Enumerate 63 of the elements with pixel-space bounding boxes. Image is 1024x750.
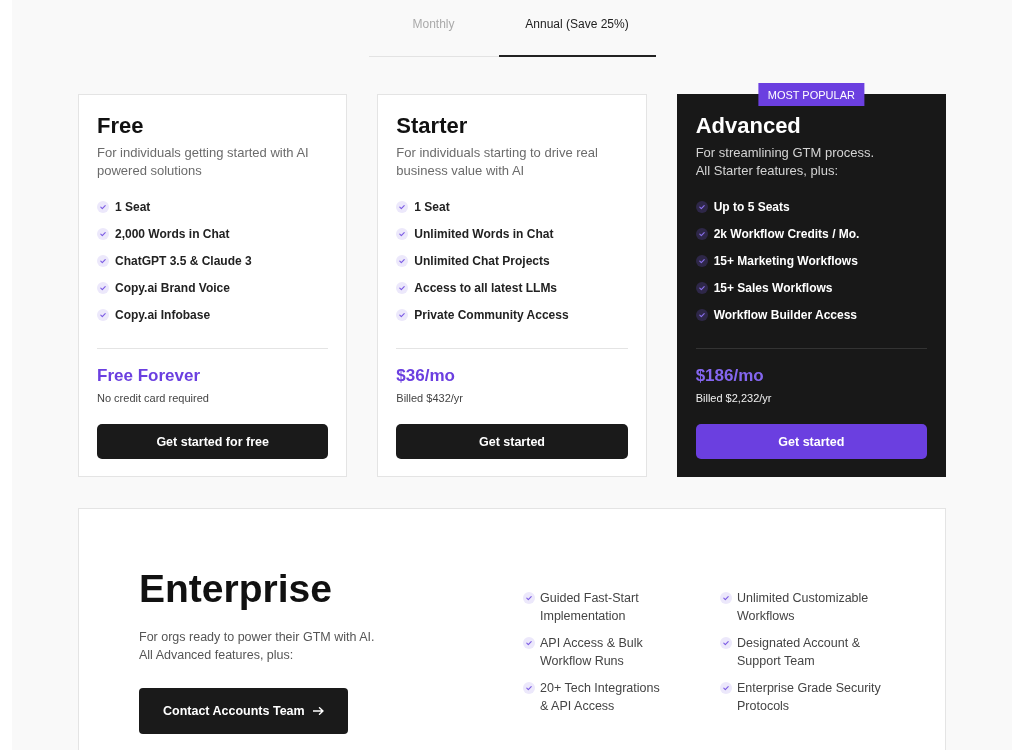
price-note: Billed $2,232/yr	[695, 391, 773, 405]
get-started-button[interactable]: Get started	[396, 424, 628, 459]
contact-button[interactable]: Contact Accounts Team	[139, 688, 348, 734]
check-icon	[720, 592, 732, 604]
plan-title: Advanced	[695, 112, 802, 140]
plan-title: Free	[97, 112, 145, 140]
get-started-button[interactable]: Get started for free	[97, 424, 329, 459]
check-icon	[695, 281, 708, 294]
check-icon	[97, 308, 109, 321]
feature-text: 1 Seat	[115, 199, 151, 214]
check-icon	[396, 227, 409, 240]
check-icon	[396, 254, 409, 267]
feature-text: API Access & Bulk Workflow Runs	[540, 635, 644, 670]
plan-price: Free Forever	[97, 365, 201, 387]
feature-text: 1 Seat	[414, 199, 450, 214]
check-icon	[97, 200, 109, 213]
check-icon	[695, 227, 708, 240]
price-note: No credit card required	[97, 391, 210, 405]
feature-text: Copy.ai Infobase	[115, 307, 211, 322]
billing-tab[interactable]: Annual (Save 25%)	[498, 0, 656, 57]
plan-price: $186/mo	[695, 365, 765, 387]
feature-text: 15+ Sales Workflows	[713, 280, 833, 295]
check-icon	[97, 281, 109, 294]
enterprise-description: For orgs ready to power their GTM with AI. All Advanced features, plus:	[139, 629, 375, 664]
feature-text: Workflow Builder Access	[713, 307, 858, 322]
feature-text: Private Community Access	[414, 307, 569, 322]
check-icon	[720, 637, 732, 649]
check-icon	[97, 254, 109, 267]
feature-text: 2,000 Words in Chat	[115, 226, 230, 241]
check-icon	[695, 308, 708, 321]
get-started-button[interactable]: Get started	[695, 424, 927, 459]
plan-description: For streamlining GTM process. All Starter features, plus:	[695, 144, 876, 180]
feature-text: Enterprise Grade Security Protocols	[737, 680, 882, 715]
feature-text: 20+ Tech Integrations & API Access	[540, 680, 661, 715]
check-icon	[396, 308, 409, 321]
feature-text: Unlimited Customizable Workflows	[737, 590, 870, 625]
feature-text: Up to 5 Seats	[713, 199, 790, 214]
plan-price: $36/mo	[396, 365, 456, 387]
most-popular-badge: MOST POPULAR	[758, 83, 864, 106]
check-icon	[720, 682, 732, 694]
check-icon	[396, 200, 409, 213]
feature-text: 2k Workflow Credits / Mo.	[713, 226, 860, 241]
enterprise-title: Enterprise	[139, 566, 332, 612]
feature-text: Access to all latest LLMs	[414, 280, 558, 295]
feature-text: Unlimited Words in Chat	[414, 226, 554, 241]
arrow-right-icon	[312, 707, 324, 715]
check-icon	[695, 254, 708, 267]
plan-description: For individuals getting started with AI powered solutions	[97, 144, 310, 180]
feature-text: Unlimited Chat Projects	[414, 253, 550, 268]
feature-text: Guided Fast-Start Implementation	[540, 590, 640, 625]
check-icon	[695, 200, 708, 213]
feature-text: 15+ Marketing Workflows	[713, 253, 858, 268]
feature-text: Designated Account & Support Team	[737, 635, 861, 670]
check-icon	[97, 227, 109, 240]
plan-title: Starter	[396, 112, 469, 140]
feature-text: ChatGPT 3.5 & Claude 3	[115, 253, 252, 268]
check-icon	[523, 682, 535, 694]
check-icon	[523, 592, 535, 604]
plan-description: For individuals starting to drive real business value with AI	[396, 144, 599, 180]
price-note: Billed $432/yr	[396, 391, 464, 405]
feature-text: Copy.ai Brand Voice	[115, 280, 230, 295]
check-icon	[396, 281, 409, 294]
check-icon	[523, 637, 535, 649]
